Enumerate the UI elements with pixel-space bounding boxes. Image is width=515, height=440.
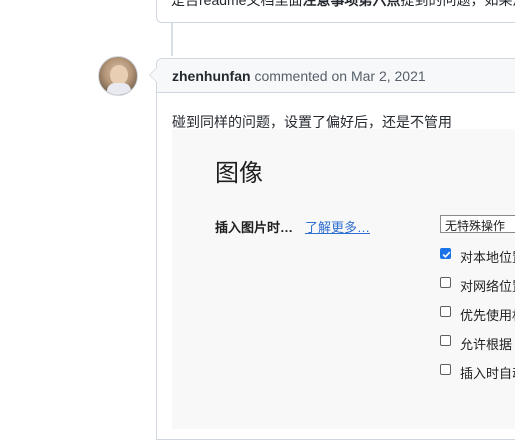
avatar-body [107,83,131,95]
insert-image-select: 无特殊操作 [440,215,515,233]
comment-action: commented on [254,68,348,84]
embedded-screenshot: 图像 插入图片时… 了解更多… 无特殊操作 对本地位置 对网络位置 优先使用相 … [172,129,515,429]
previous-comment-body: 是否readme文档里面注意事项第六点提到的问题，如果从 [156,0,515,23]
checkbox-checked-icon [440,248,451,259]
learn-more-link: 了解更多… [305,220,371,235]
checkbox-icon [440,277,451,288]
comment-caret-inner [150,68,157,82]
avatar[interactable] [98,56,138,96]
comment-date-link[interactable]: Mar 2, 2021 [351,68,426,84]
option-label: 对网络位置 [460,279,515,294]
comment-header: zhenhunfan commented on Mar 2, 2021 [149,59,515,93]
insert-image-label: 插入图片时… [215,220,294,235]
comment: zhenhunfan commented on Mar 2, 2021 碰到同样… [149,58,515,440]
avatar-face [110,65,128,85]
option-label: 对本地位置 [460,250,515,265]
option-label: 优先使用相 [460,308,515,323]
checkbox-icon [440,335,451,346]
option-label: 允许根据 [460,337,513,352]
timeline-connector [171,22,173,56]
comment-author-link[interactable]: zhenhunfan [172,68,251,84]
checkbox-icon [440,364,451,375]
checkbox-icon [440,306,451,317]
previous-comment-bold: 注意事项第六点 [302,0,401,8]
comment-header-text: zhenhunfan commented on Mar 2, 2021 [172,68,426,84]
option-label: 插入时自动 [460,366,515,381]
settings-section-title: 图像 [215,160,263,187]
previous-comment-text: 是否readme文档里面注意事项第六点提到的问题，如果从 [171,0,515,10]
